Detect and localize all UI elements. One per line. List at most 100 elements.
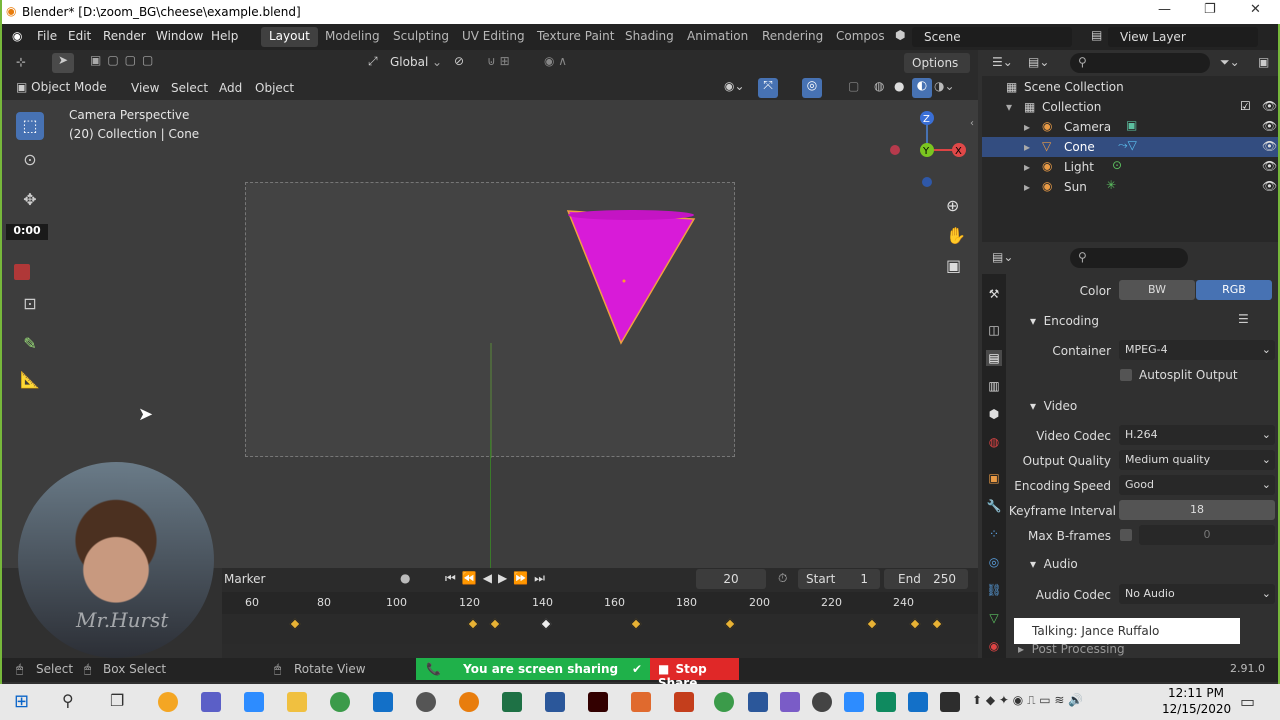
output-quality-dropdown[interactable]: Medium quality ⌄	[1119, 450, 1275, 470]
keyframe[interactable]	[540, 618, 552, 630]
select-box-tool-icon[interactable]: ⬚	[16, 112, 44, 140]
outliner-collection[interactable]: ▾ ▦ Collection ☑ 👁	[982, 97, 1278, 117]
record-icon[interactable]	[14, 264, 30, 280]
eye-icon[interactable]: 👁	[1262, 159, 1277, 173]
firefox-icon[interactable]	[631, 692, 651, 712]
pivot-icon[interactable]: ⊘	[454, 54, 464, 68]
outliner-search-input[interactable]: ⚲	[1070, 53, 1210, 73]
transform-orientation-dropdown[interactable]: Global	[390, 55, 428, 69]
tab-modeling[interactable]: Modeling	[317, 27, 388, 47]
eye-icon[interactable]: 👁	[1262, 99, 1277, 113]
screen-sharing-indicator[interactable]: 📞 You are screen sharing ✔	[416, 658, 650, 680]
expand-arrow-icon[interactable]: ▸	[1024, 140, 1030, 154]
start-frame-field[interactable]: Start 1	[798, 569, 880, 589]
properties-editor-icon[interactable]: ▤⌄	[992, 250, 1013, 264]
playback-controls[interactable]: ⏮⏪◀▶⏩⏭	[445, 571, 551, 586]
video-section[interactable]: ▾ Video	[1030, 399, 1077, 413]
autosplit-checkbox[interactable]	[1120, 369, 1132, 381]
eye-icon[interactable]: 👁	[1262, 119, 1277, 133]
new-collection-icon[interactable]: ▣	[1258, 55, 1269, 69]
mode-dropdown[interactable]: ▣ Object Mode	[12, 78, 120, 98]
select-tool-icon[interactable]: ➤	[52, 53, 74, 73]
excel-icon[interactable]	[502, 692, 522, 712]
keyframe[interactable]	[289, 618, 301, 630]
app-icon-3[interactable]	[940, 692, 960, 712]
tab-texture-paint[interactable]: Texture Paint	[529, 27, 622, 47]
container-dropdown[interactable]: MPEG-4 ⌄	[1119, 340, 1275, 360]
chrome-icon[interactable]	[330, 692, 350, 712]
keyframe[interactable]	[630, 618, 642, 630]
move-tool-icon[interactable]: ✥	[16, 186, 44, 214]
proportional-edit-icon[interactable]: ◉ ∧	[544, 54, 567, 68]
menu-view[interactable]: View	[131, 81, 159, 95]
view-layer-tab-icon[interactable]: ▥	[986, 378, 1002, 394]
windows-start-icon[interactable]: ⊞	[14, 691, 29, 712]
preview-range-icon[interactable]: ⏱	[778, 571, 787, 586]
timeline-editor[interactable]: Marker ● ⏮⏪◀▶⏩⏭ 20 ⏱ Start 1 End 250 60 …	[222, 568, 978, 658]
encoding-section[interactable]: ▾ Encoding	[1030, 314, 1099, 328]
audio-section[interactable]: ▾ Audio	[1030, 557, 1078, 571]
outliner-editor-icon[interactable]: ☰⌄	[992, 55, 1013, 69]
file-explorer-icon[interactable]	[287, 692, 307, 712]
selection-mode-icons[interactable]: ▣▢▢▢	[90, 53, 170, 73]
color-bw-button[interactable]: BW	[1119, 280, 1195, 300]
eye-icon[interactable]: 👁	[1262, 139, 1277, 153]
keyframe[interactable]	[909, 618, 921, 630]
outliner-item-camera[interactable]: ▸ ◉ Camera ▣ 👁	[982, 117, 1278, 137]
measure-tool-icon[interactable]: 📐	[16, 366, 44, 394]
meet-icon[interactable]	[844, 692, 864, 712]
keyframe-track[interactable]	[222, 614, 978, 644]
snap-icon[interactable]: ⊍ ⊞	[487, 54, 510, 68]
menu-help[interactable]: Help	[211, 29, 238, 43]
properties-search-input[interactable]: ⚲	[1070, 248, 1188, 268]
tab-shading[interactable]: Shading	[617, 27, 682, 47]
audio-codec-dropdown[interactable]: No Audio ⌄	[1119, 584, 1275, 604]
eye-icon[interactable]: 👁	[1262, 179, 1277, 193]
expand-arrow-icon[interactable]: ▸	[1024, 160, 1030, 174]
tab-uv-editing[interactable]: UV Editing	[454, 27, 533, 47]
stop-share-button[interactable]: ■ Stop Share	[650, 658, 739, 690]
cone-object[interactable]	[246, 183, 736, 458]
material-shading-icon[interactable]: ◐	[912, 78, 932, 98]
scale-tool-icon[interactable]: ⊡	[16, 290, 44, 318]
expand-arrow-icon[interactable]: ▸	[1024, 120, 1030, 134]
tab-sculpting[interactable]: Sculpting	[385, 27, 457, 47]
tab-rendering[interactable]: Rendering	[754, 27, 831, 47]
defender-icon[interactable]	[748, 692, 768, 712]
tab-layout[interactable]: Layout	[261, 27, 318, 47]
blender-taskbar-icon[interactable]	[459, 692, 479, 712]
scene-selector[interactable]: Scene	[912, 27, 1072, 47]
task-view-icon[interactable]: ❐	[110, 691, 124, 710]
settings-app-icon[interactable]	[780, 692, 800, 712]
pan-hand-icon[interactable]: ✋	[946, 226, 966, 245]
options-dropdown[interactable]: Options	[904, 53, 970, 73]
sidebar-toggle-icon[interactable]: ‹	[970, 118, 974, 129]
camera-view-icon[interactable]: ▣	[946, 256, 961, 275]
teams-icon[interactable]	[201, 692, 221, 712]
zoom-icon[interactable]: ⊕	[946, 196, 959, 215]
search-icon[interactable]: ⚲	[62, 691, 74, 710]
rendered-shading-icon[interactable]: ◑⌄	[934, 79, 955, 93]
menu-window[interactable]: Window	[156, 29, 203, 43]
view-layer-selector[interactable]: View Layer	[1108, 27, 1258, 47]
color-rgb-button[interactable]: RGB	[1196, 280, 1272, 300]
expand-arrow-icon[interactable]: ▾	[1006, 100, 1012, 114]
marker-menu[interactable]: Marker	[224, 572, 265, 586]
tab-animation[interactable]: Animation	[679, 27, 756, 47]
editor-type-icon[interactable]: ⊹	[16, 55, 26, 69]
menu-object[interactable]: Object	[255, 81, 294, 95]
menu-add[interactable]: Add	[219, 81, 242, 95]
display-mode-icon[interactable]: ▤⌄	[1028, 55, 1049, 69]
keyframe[interactable]	[467, 618, 479, 630]
current-frame-field[interactable]: 20	[696, 569, 766, 589]
auto-key-icon[interactable]: ●	[400, 571, 410, 585]
github-icon[interactable]	[812, 692, 832, 712]
data-tab-icon[interactable]: ▽	[986, 610, 1002, 626]
chrome-icon-2[interactable]	[714, 692, 734, 712]
visibility-icon[interactable]: ◉⌄	[724, 79, 745, 93]
zoom-icon[interactable]	[244, 692, 264, 712]
keyframe[interactable]	[931, 618, 943, 630]
material-tab-icon[interactable]: ◉	[986, 638, 1002, 654]
menu-file[interactable]: File	[37, 29, 57, 43]
obs-icon[interactable]	[416, 692, 436, 712]
